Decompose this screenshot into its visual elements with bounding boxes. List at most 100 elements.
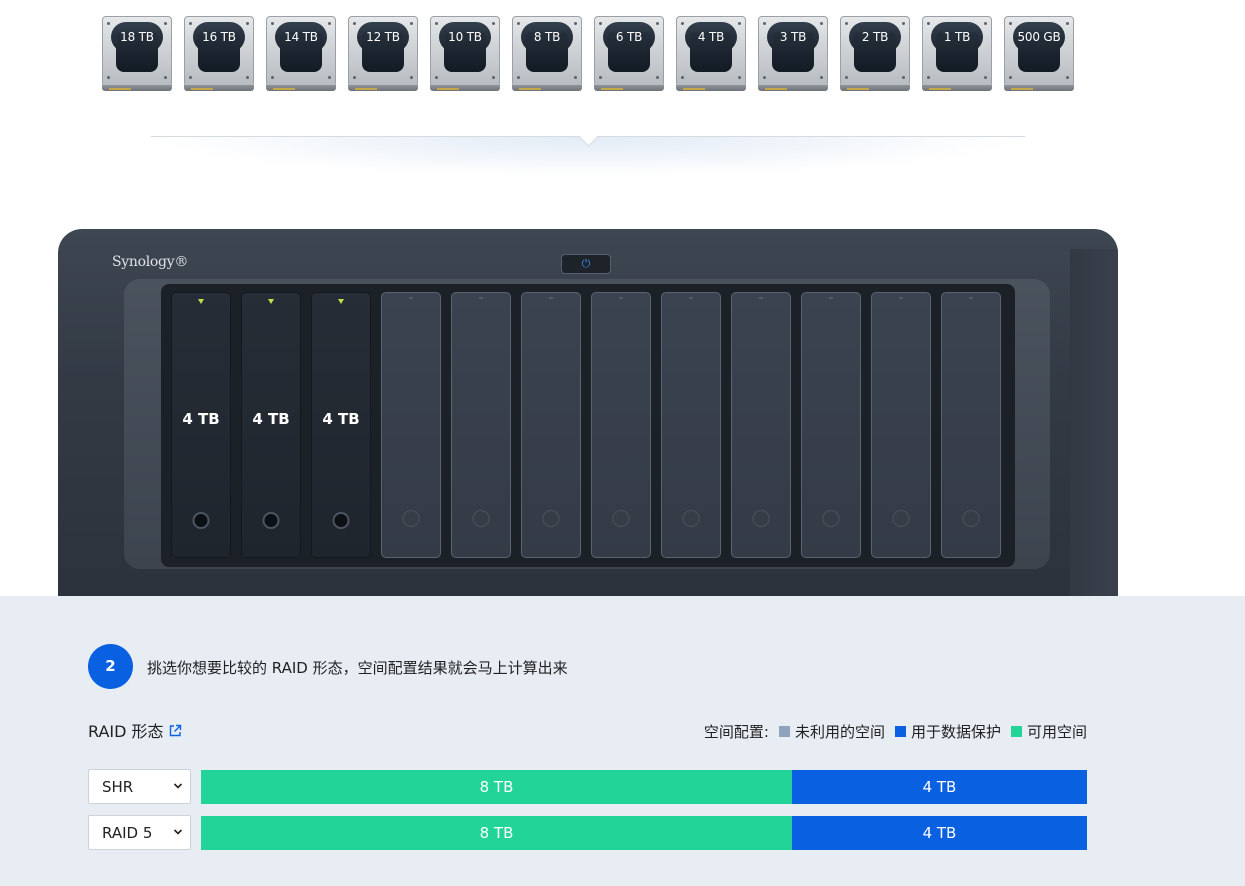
drive-bay-empty[interactable] xyxy=(521,292,581,558)
drive-bay-empty[interactable] xyxy=(731,292,791,558)
nas-side-panel xyxy=(1070,249,1118,609)
bay-indicator xyxy=(969,297,973,299)
screw-icon xyxy=(927,22,930,25)
drive-connector xyxy=(519,88,541,90)
screw-icon xyxy=(984,22,987,25)
screw-icon xyxy=(820,22,823,25)
screw-icon xyxy=(246,22,249,25)
drive-option[interactable]: 3 TB xyxy=(757,16,829,91)
drive-option[interactable]: 6 TB xyxy=(593,16,665,91)
drive-connector xyxy=(191,88,213,90)
drive-option[interactable]: 4 TB xyxy=(675,16,747,91)
chevron-down-icon xyxy=(173,825,183,843)
drive-bay-filled[interactable]: 4 TB xyxy=(241,292,301,558)
drive-bay-empty[interactable] xyxy=(381,292,441,558)
drive-bay-empty[interactable] xyxy=(591,292,651,558)
lock-icon xyxy=(962,510,980,527)
allocation-segment: 4 TB xyxy=(791,770,1087,804)
screw-icon xyxy=(246,76,249,79)
drive-capacity: 14 TB xyxy=(284,30,318,44)
power-button[interactable]: ⏻ xyxy=(561,254,611,274)
external-link-icon[interactable] xyxy=(168,723,182,742)
drive-option[interactable]: 10 TB xyxy=(429,16,501,91)
screw-icon xyxy=(517,22,520,25)
screw-icon xyxy=(681,76,684,79)
screw-icon xyxy=(353,22,356,25)
screw-icon xyxy=(820,76,823,79)
screw-icon xyxy=(927,76,930,79)
drive-option[interactable]: 1 TB xyxy=(921,16,993,91)
status-led-icon xyxy=(198,299,204,304)
drive-bay-empty[interactable] xyxy=(451,292,511,558)
raid-type-select[interactable]: RAID 5 xyxy=(88,815,191,850)
screw-icon xyxy=(574,76,577,79)
allocation-segment: 4 TB xyxy=(791,816,1087,850)
screw-icon xyxy=(738,22,741,25)
screw-icon xyxy=(1066,22,1069,25)
drive-connector xyxy=(601,88,623,90)
screw-icon xyxy=(1066,76,1069,79)
screw-icon xyxy=(189,22,192,25)
screw-icon xyxy=(328,76,331,79)
screw-icon xyxy=(164,22,167,25)
space-allocation-bar: 8 TB 4 TB xyxy=(201,770,1087,804)
screw-icon xyxy=(845,22,848,25)
legend-label: 未利用的空间 xyxy=(794,723,885,741)
drive-bay-filled[interactable]: 4 TB xyxy=(311,292,371,558)
bay-indicator xyxy=(409,297,413,299)
screw-icon xyxy=(492,22,495,25)
drive-option[interactable]: 500 GB xyxy=(1003,16,1075,91)
step-number-badge: 2 xyxy=(88,644,133,689)
allocation-segment: 8 TB xyxy=(201,770,792,804)
screw-icon xyxy=(656,76,659,79)
drive-capacity: 18 TB xyxy=(120,30,154,44)
raid-type-select[interactable]: SHR xyxy=(88,769,191,804)
bay-indicator xyxy=(619,297,623,299)
drive-option[interactable]: 12 TB xyxy=(347,16,419,91)
screw-icon xyxy=(410,76,413,79)
drive-option[interactable]: 14 TB xyxy=(265,16,337,91)
drive-option[interactable]: 16 TB xyxy=(183,16,255,91)
screw-icon xyxy=(435,76,438,79)
drive-bay-empty[interactable] xyxy=(941,292,1001,558)
raid-type-value: SHR xyxy=(102,778,134,796)
legend-label: 用于数据保护 xyxy=(910,723,1001,741)
screw-icon xyxy=(107,22,110,25)
drive-connector xyxy=(929,88,951,90)
screw-icon xyxy=(763,22,766,25)
screw-icon xyxy=(763,76,766,79)
drive-capacity: 12 TB xyxy=(366,30,400,44)
space-legend: 空间配置: 未利用的空间 用于数据保护 可用空间 xyxy=(704,721,1087,742)
lock-icon xyxy=(682,510,700,527)
bay-capacity: 4 TB xyxy=(252,410,290,428)
drive-option[interactable]: 8 TB xyxy=(511,16,583,91)
legend-swatch xyxy=(894,726,906,737)
drive-capacity: 4 TB xyxy=(697,30,725,44)
drive-bay-filled[interactable]: 4 TB xyxy=(171,292,231,558)
drive-capacity: 6 TB xyxy=(615,30,643,44)
screw-icon xyxy=(107,76,110,79)
screw-icon xyxy=(164,76,167,79)
drive-bay-empty[interactable] xyxy=(871,292,931,558)
drive-bay-empty[interactable] xyxy=(661,292,721,558)
screw-icon xyxy=(681,22,684,25)
screw-icon xyxy=(574,22,577,25)
raid-type-label: RAID 形态 xyxy=(88,722,164,741)
legend-swatch xyxy=(778,726,790,737)
bay-capacity: 4 TB xyxy=(322,410,360,428)
power-icon: ⏻ xyxy=(581,257,591,270)
screw-icon xyxy=(902,22,905,25)
lock-icon xyxy=(752,510,770,527)
drive-connector xyxy=(1011,88,1033,90)
drive-connector xyxy=(273,88,295,90)
screw-icon xyxy=(599,76,602,79)
lock-icon xyxy=(822,510,840,527)
drive-option[interactable]: 18 TB xyxy=(101,16,173,91)
drive-option[interactable]: 2 TB xyxy=(839,16,911,91)
legend-swatch xyxy=(1010,726,1022,737)
screw-icon xyxy=(328,22,331,25)
drive-bay-empty[interactable] xyxy=(801,292,861,558)
lock-icon xyxy=(402,510,420,527)
drive-connector xyxy=(109,88,131,90)
drive-capacity: 500 GB xyxy=(1017,30,1061,44)
